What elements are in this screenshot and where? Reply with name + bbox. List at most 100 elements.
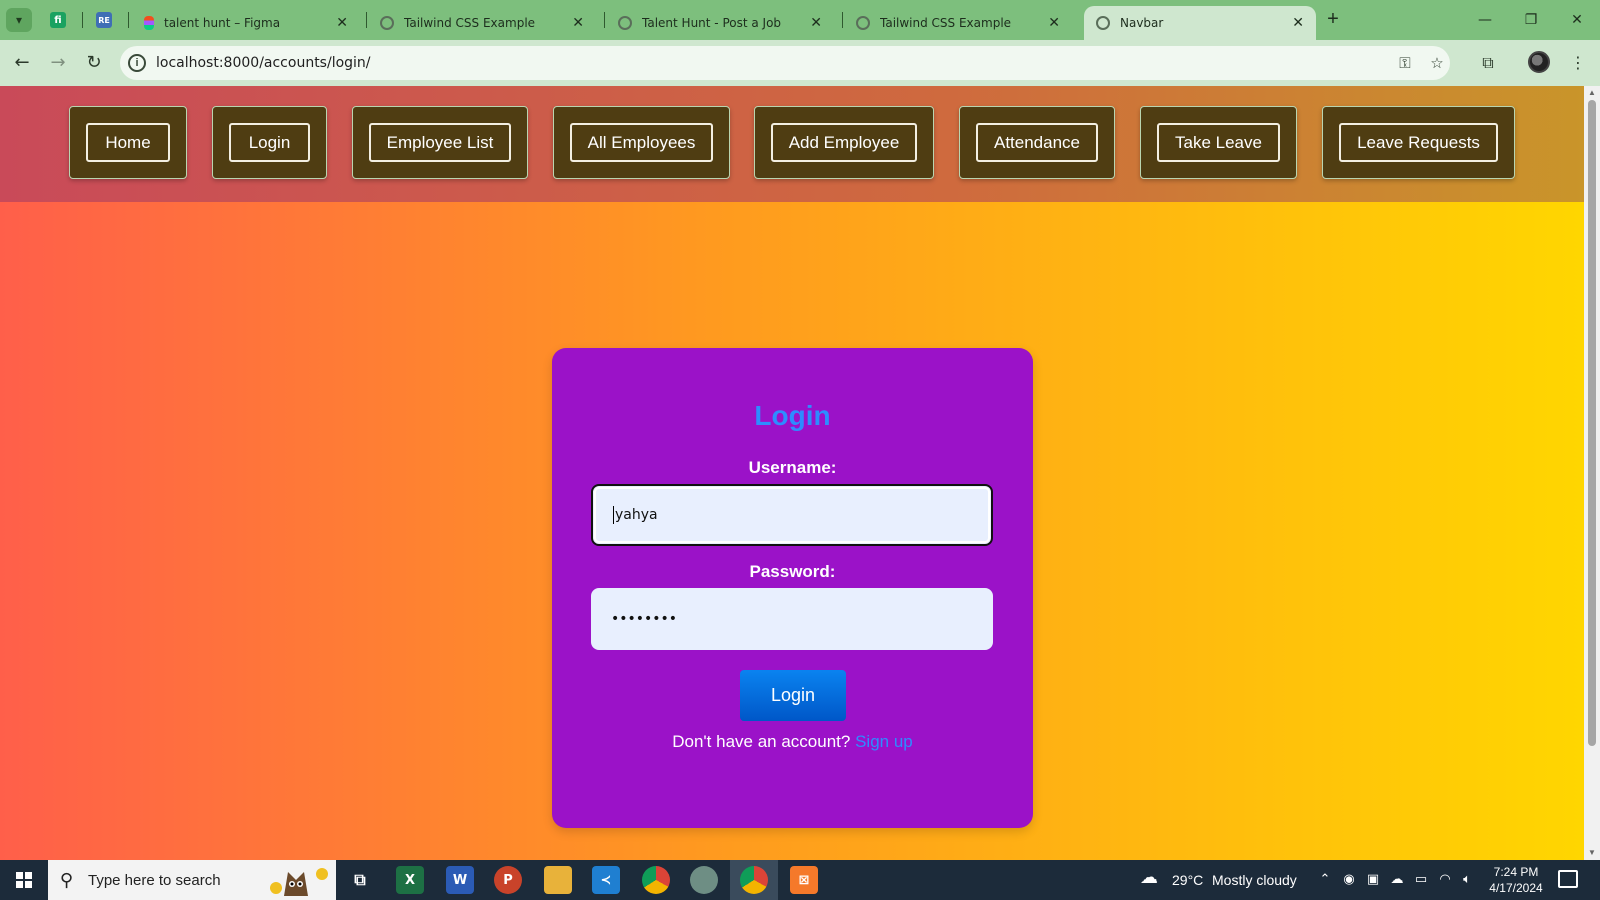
nav-card-attendance: Attendance (959, 106, 1115, 179)
scroll-up-icon[interactable]: ▲ (1587, 88, 1597, 97)
browser-toolbar: ← → ↻ i localhost:8000/accounts/login/ ⚿… (0, 40, 1600, 86)
pinned-tab-1[interactable]: fi (40, 6, 76, 34)
password-input[interactable]: •••••••• (591, 588, 993, 650)
nav-link-attendance[interactable]: Attendance (976, 123, 1098, 162)
close-icon[interactable]: ✕ (1292, 15, 1304, 31)
username-value: yahya (615, 507, 658, 523)
restore-button[interactable]: ❐ (1508, 6, 1554, 34)
tab-navbar[interactable]: Navbar ✕ (1084, 6, 1316, 40)
tab-tailwind-1[interactable]: Tailwind CSS Example ✕ (368, 6, 596, 40)
scroll-thumb[interactable] (1588, 100, 1596, 746)
nav-link-add-employee[interactable]: Add Employee (771, 123, 917, 162)
tab-figma[interactable]: talent hunt – Figma ✕ (132, 6, 360, 40)
close-icon[interactable]: ✕ (572, 15, 584, 31)
taskbar-search-box[interactable]: ⚲ Type here to search (48, 860, 336, 900)
record-icon[interactable]: ◉ (1340, 871, 1358, 889)
repo-icon: RE (96, 12, 112, 28)
login-submit-button[interactable]: Login (740, 670, 846, 721)
battery-icon[interactable]: ▭ (1412, 871, 1430, 889)
plus-icon: + (1327, 8, 1339, 30)
nav-link-login[interactable]: Login (229, 123, 310, 162)
tab-tailwind-2[interactable]: Tailwind CSS Example ✕ (844, 6, 1072, 40)
new-tab-button[interactable]: + (1320, 8, 1346, 32)
meet-icon[interactable]: ▣ (1364, 871, 1382, 889)
login-card: Login Username: yahya Password: ••••••••… (552, 348, 1033, 828)
nav-link-take-leave[interactable]: Take Leave (1157, 123, 1280, 162)
scroll-down-icon[interactable]: ▼ (1587, 848, 1597, 857)
nav-card-home: Home (69, 106, 187, 179)
tab-separator (128, 12, 129, 28)
app-icon[interactable] (690, 866, 718, 894)
username-input[interactable]: yahya (591, 484, 993, 546)
clock-time: 7:24 PM (1493, 865, 1539, 879)
fiverr-icon: fi (50, 12, 66, 28)
nav-card-take-leave: Take Leave (1140, 106, 1297, 179)
reload-icon: ↻ (86, 52, 102, 73)
page-scrollbar[interactable]: ▲ ▼ (1584, 86, 1600, 860)
password-key-icon[interactable]: ⚿ (1394, 52, 1416, 74)
globe-icon (856, 16, 870, 30)
tab-title: Tailwind CSS Example (880, 16, 1012, 30)
windows-logo-icon (16, 872, 32, 888)
wifi-icon[interactable]: ◠ (1436, 871, 1454, 889)
close-window-button[interactable]: ✕ (1554, 6, 1600, 34)
file-explorer-icon[interactable] (544, 866, 572, 894)
address-bar[interactable]: i localhost:8000/accounts/login/ ⚿ ☆ (120, 46, 1450, 80)
nav-link-home[interactable]: Home (86, 123, 170, 162)
close-icon[interactable]: ✕ (336, 15, 348, 31)
signup-prompt: Don't have an account? (672, 732, 851, 751)
bookmark-star-icon[interactable]: ☆ (1426, 52, 1448, 74)
volume-icon[interactable]: 🔈︎ (1458, 871, 1476, 889)
url-text[interactable]: localhost:8000/accounts/login/ (156, 55, 371, 71)
vscode-icon[interactable]: ≺ (592, 866, 620, 894)
extensions-button[interactable]: ⧉ (1474, 49, 1502, 77)
tab-post-a-job[interactable]: Talent Hunt - Post a Job ✕ (606, 6, 834, 40)
back-button[interactable]: ← (8, 49, 36, 77)
weather-temp[interactable]: 29°C (1172, 860, 1203, 900)
start-button[interactable] (0, 860, 48, 900)
chrome-profile-icon[interactable] (740, 866, 768, 894)
weather-cloud-icon[interactable]: ☁ (1140, 869, 1158, 887)
password-value: •••••••• (611, 611, 678, 627)
clock-date: 4/17/2024 (1489, 881, 1543, 895)
nav-link-all-employees[interactable]: All Employees (570, 123, 713, 162)
xampp-icon[interactable]: ⊠ (790, 866, 818, 894)
menu-button[interactable]: ⋮ (1564, 49, 1592, 77)
nav-link-employee-list[interactable]: Employee List (369, 123, 511, 162)
profile-avatar[interactable] (1528, 51, 1550, 73)
notification-icon[interactable] (1558, 870, 1578, 888)
globe-icon (380, 16, 394, 30)
search-placeholder: Type here to search (88, 872, 221, 889)
signup-link[interactable]: Sign up (855, 732, 913, 751)
minimize-button[interactable]: — (1462, 6, 1508, 34)
excel-icon[interactable]: X (396, 866, 424, 894)
pinned-tab-2[interactable]: RE (86, 6, 122, 34)
chevron-up-icon[interactable]: ⌃ (1316, 871, 1334, 889)
nav-card-login: Login (212, 106, 327, 179)
weather-text[interactable]: Mostly cloudy (1212, 860, 1297, 900)
forward-button[interactable]: → (44, 49, 72, 77)
close-icon[interactable]: ✕ (810, 15, 822, 31)
chrome-icon[interactable] (642, 866, 670, 894)
onedrive-icon[interactable]: ☁ (1388, 871, 1406, 889)
taskbar-clock[interactable]: 7:24 PM 4/17/2024 (1476, 864, 1556, 896)
search-icon: ⚲ (60, 870, 74, 891)
tab-search-button[interactable]: ▾ (6, 8, 32, 32)
close-icon: ✕ (1571, 12, 1583, 28)
nav-card-employee-list: Employee List (352, 106, 528, 179)
globe-icon (1096, 16, 1110, 30)
reload-button[interactable]: ↻ (80, 49, 108, 77)
site-info-icon[interactable]: i (128, 54, 146, 72)
powerpoint-icon[interactable]: P (494, 866, 522, 894)
task-view-icon[interactable]: ⧉ (346, 866, 374, 894)
nav-link-leave-requests[interactable]: Leave Requests (1339, 123, 1498, 162)
password-label: Password: (749, 562, 836, 581)
close-icon[interactable]: ✕ (1048, 15, 1060, 31)
nav-card-all-employees: All Employees (553, 106, 730, 179)
text-caret (613, 506, 614, 524)
tab-title: Tailwind CSS Example (404, 16, 536, 30)
word-icon[interactable]: W (446, 866, 474, 894)
signup-row: Don't have an account? Sign up (552, 732, 1033, 752)
arrow-left-icon: ← (14, 52, 30, 73)
tab-title: Talent Hunt - Post a Job (642, 16, 782, 30)
